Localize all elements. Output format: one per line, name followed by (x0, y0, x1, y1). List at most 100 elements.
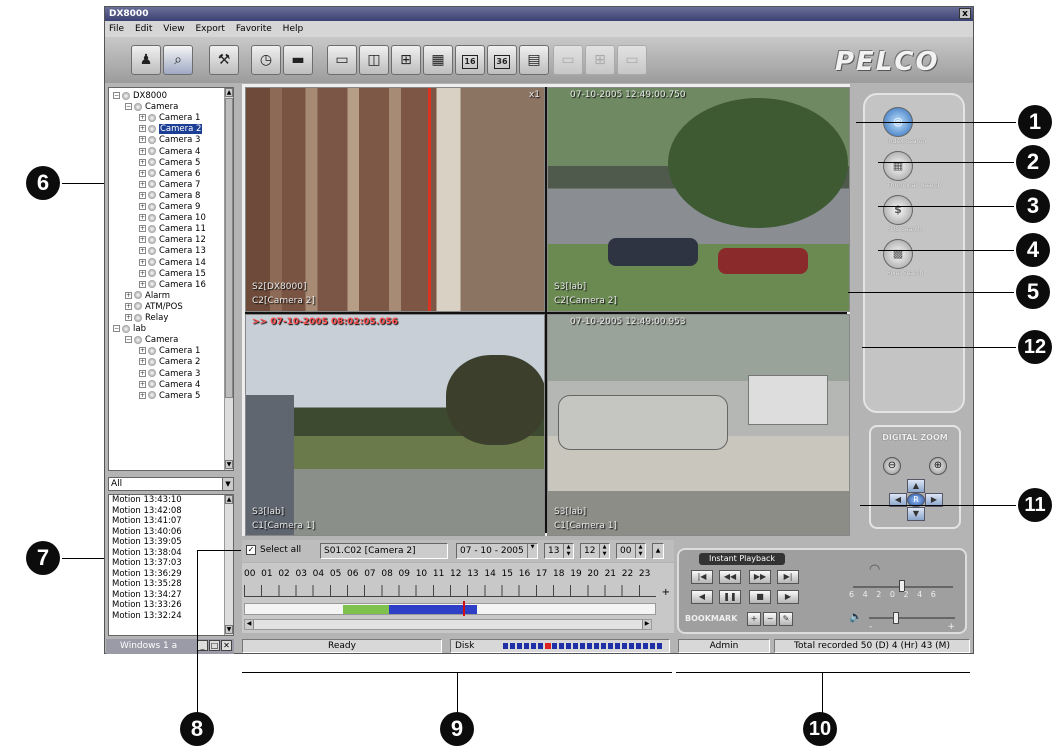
expand-toggle-icon[interactable]: − (125, 336, 132, 344)
speed-slider[interactable]: 6 4 2 0 2 4 6 (849, 580, 957, 600)
event-filter-select[interactable]: All ▼ (108, 477, 234, 491)
expand-icon[interactable]: + (662, 587, 670, 598)
tree-camera-item[interactable]: + Camera 4 (139, 147, 200, 158)
tree-lab-camera-item[interactable]: + Camera 3 (139, 369, 200, 380)
close-icon[interactable]: ✕ (221, 640, 232, 651)
tree-camera-item[interactable]: + Camera 14 (139, 258, 206, 269)
event-log-item[interactable]: Motion 13:34:27 (109, 590, 233, 601)
expand-toggle-icon[interactable]: + (139, 125, 146, 133)
log-scrollbar[interactable]: ▲ ▼ (224, 495, 233, 635)
select-all-checkbox[interactable]: ✓ (246, 545, 256, 555)
expand-toggle-icon[interactable]: + (139, 114, 146, 122)
expand-toggle-icon[interactable]: + (139, 180, 146, 188)
tree-alarm[interactable]: + Alarm (125, 291, 170, 302)
device-tree[interactable]: − DX8000− Camera + Camera 1 + Camera 2 + Camera … (108, 87, 234, 471)
event-log-item[interactable]: Motion 13:42:08 (109, 506, 233, 517)
expand-toggle-icon[interactable]: + (139, 269, 146, 277)
layout-4-icon[interactable]: ⊞ (391, 45, 421, 75)
event-log-item[interactable]: Motion 13:32:24 (109, 611, 233, 622)
expand-toggle-icon[interactable]: + (125, 291, 132, 299)
tree-lab-camera-item[interactable]: + Camera 5 (139, 391, 200, 402)
tree-camera-item[interactable]: + Camera 1 (139, 113, 200, 124)
expand-toggle-icon[interactable]: + (139, 358, 146, 366)
expand-toggle-icon[interactable]: − (113, 325, 120, 333)
video-cell-4[interactable]: 07-10-2005 12:49:00.953 S3[lab] C1[Camer… (547, 314, 850, 536)
expand-toggle-icon[interactable]: + (139, 147, 146, 155)
tree-camera-item[interactable]: + Camera 3 (139, 135, 200, 146)
expand-toggle-icon[interactable]: + (139, 391, 146, 399)
scroll-left-icon[interactable]: ◀ (245, 620, 254, 629)
event-log-item[interactable]: Motion 13:40:06 (109, 527, 233, 538)
tree-camera-item[interactable]: + Camera 9 (139, 202, 200, 213)
layout-1-icon[interactable]: ▭ (327, 45, 357, 75)
video-cell-1[interactable]: x1 S2[DX8000] C2[Camera 2] (245, 87, 545, 312)
expand-toggle-icon[interactable]: + (139, 247, 146, 255)
rewind-icon[interactable]: ◀◀ (719, 570, 741, 584)
pan-down-icon[interactable]: ▼ (907, 507, 925, 521)
recording-track[interactable] (244, 601, 656, 616)
timeline-scrollbar[interactable]: ◀ ▶ (244, 619, 652, 630)
tree-lab[interactable]: − lab (113, 324, 146, 335)
video-cell-3[interactable]: >> 07-10-2005 08:02:05.056 S3[lab] C1[Ca… (245, 314, 545, 536)
event-log-item[interactable]: Motion 13:37:03 (109, 558, 233, 569)
expand-toggle-icon[interactable]: − (125, 103, 132, 111)
expand-toggle-icon[interactable]: + (139, 347, 146, 355)
tree-camera-item[interactable]: + Camera 12 (139, 235, 206, 246)
tree-scrollbar[interactable]: ▲ ▼ (224, 88, 233, 470)
printer-icon[interactable]: ▬ (283, 45, 313, 75)
zoom-out-icon[interactable]: ⊖ (883, 457, 901, 475)
layout-multi-icon[interactable]: ▤ (519, 45, 549, 75)
expand-toggle-icon[interactable]: + (139, 169, 146, 177)
tree-camera-item[interactable]: + Camera 2 (139, 124, 203, 135)
menu-favorite[interactable]: Favorite (232, 21, 276, 37)
layout-2-icon[interactable]: ◫ (359, 45, 389, 75)
menu-help[interactable]: Help (279, 21, 308, 37)
scroll-down-icon[interactable]: ▼ (225, 625, 233, 634)
play-icon[interactable]: ▶ (777, 590, 799, 604)
tree-camera-item[interactable]: + Camera 8 (139, 191, 200, 202)
skip-end-icon[interactable]: ▶| (777, 570, 799, 584)
pos-search-icon[interactable]: $ (883, 195, 913, 225)
volume-slider[interactable]: - + (869, 612, 955, 632)
maximize-button[interactable]: □ (209, 640, 220, 651)
tree-camera-item[interactable]: + Camera 10 (139, 213, 206, 224)
expand-toggle-icon[interactable]: + (125, 314, 132, 321)
expand-toggle-icon[interactable]: + (139, 236, 146, 244)
menu-export[interactable]: Export (191, 21, 228, 37)
tree-root[interactable]: − DX8000 (113, 91, 167, 102)
expand-toggle-icon[interactable]: + (139, 191, 146, 199)
layout-16-icon[interactable]: 16 (455, 45, 485, 75)
tree-lab-camera-group[interactable]: − Camera (125, 335, 178, 346)
tree-camera-item[interactable]: + Camera 15 (139, 269, 206, 280)
tree-camera-item[interactable]: + Camera 5 (139, 158, 200, 169)
event-log-item[interactable]: Motion 13:39:05 (109, 537, 233, 548)
event-log-item[interactable]: Motion 13:33:26 (109, 600, 233, 611)
expand-toggle-icon[interactable]: + (139, 225, 146, 233)
scroll-right-icon[interactable]: ▶ (642, 620, 651, 629)
expand-toggle-icon[interactable]: + (139, 369, 146, 377)
spin-icon[interactable]: ▲ ▼ (635, 544, 645, 558)
menu-edit[interactable]: Edit (131, 21, 156, 37)
expand-toggle-icon[interactable]: + (139, 380, 146, 388)
expand-toggle-icon[interactable]: + (125, 302, 132, 310)
tree-camera-group[interactable]: − Camera (125, 102, 178, 113)
layout-36-icon[interactable]: 36 (487, 45, 517, 75)
tree-lab-camera-item[interactable]: + Camera 1 (139, 346, 200, 357)
event-log-item[interactable]: Motion 13:41:07 (109, 516, 233, 527)
volume-slider-thumb[interactable] (893, 612, 899, 624)
scroll-up-icon[interactable]: ▲ (225, 88, 233, 97)
video-cell-2[interactable]: 07-10-2005 12:49:00.750 S3[lab] C2[Camer… (547, 87, 850, 312)
camera-field[interactable]: S01.C02 [Camera 2] (320, 543, 448, 559)
pan-up-icon[interactable]: ▲ (907, 479, 925, 493)
date-field[interactable]: 07 - 10 - 2005 ▼ (456, 543, 538, 559)
tree-lab-camera-item[interactable]: + Camera 4 (139, 380, 200, 391)
layout-b-icon[interactable]: ⊞ (585, 45, 615, 75)
tree-camera-item[interactable]: + Camera 11 (139, 224, 206, 235)
event-log-item[interactable]: Motion 13:36:29 (109, 569, 233, 580)
skip-start-icon[interactable]: |◀ (691, 570, 713, 584)
bookmark-edit-icon[interactable]: ✎ (779, 612, 793, 626)
stop-icon[interactable]: ■ (749, 590, 771, 604)
expand-toggle-icon[interactable]: + (139, 214, 146, 222)
clock-icon[interactable]: ◷ (251, 45, 281, 75)
expand-toggle-icon[interactable]: − (113, 92, 120, 99)
